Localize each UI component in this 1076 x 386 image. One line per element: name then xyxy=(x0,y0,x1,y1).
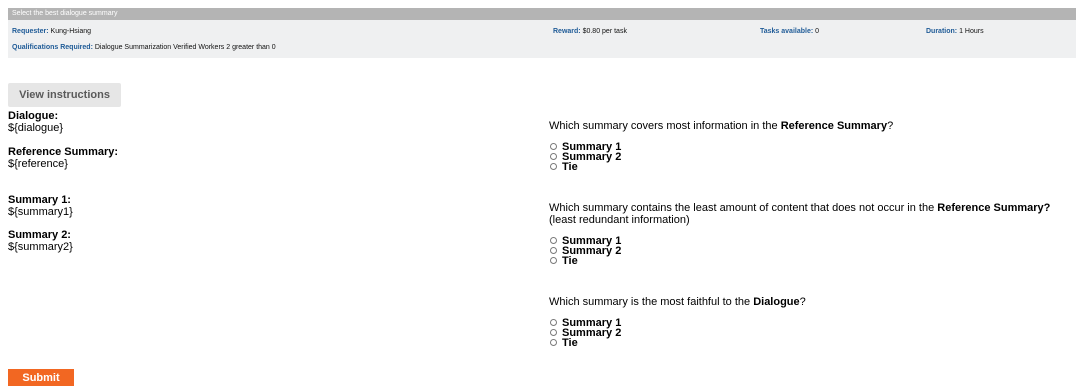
radio-icon[interactable] xyxy=(550,328,557,336)
question-text-emphasis: Reference Summary xyxy=(780,120,888,132)
question-redundancy: Which summary contains the least amount … xyxy=(549,202,1069,226)
reward-value: $0.80 per task xyxy=(582,28,627,35)
tasks-available-value: 0 xyxy=(815,28,820,35)
question-coverage: Which summary covers most information in… xyxy=(549,120,1069,132)
reward-label: Reward: xyxy=(553,28,581,35)
radio-icon[interactable] xyxy=(550,236,557,244)
submit-button[interactable]: Submit xyxy=(8,369,74,386)
duration-value: 1 Hours xyxy=(959,28,984,35)
option-label: Tie xyxy=(562,161,578,174)
question-text: Which summary covers most information in… xyxy=(549,120,781,132)
q2-option-tie[interactable]: Tie xyxy=(549,255,621,268)
radio-icon[interactable] xyxy=(550,256,557,264)
hit-info-row: Qualifications Required: Dialogue Summar… xyxy=(8,42,1076,54)
question-text: Which summary contains the least amount … xyxy=(549,202,938,214)
hit-info-panel: Requester: Kung-Hsiang Reward: $0.80 per… xyxy=(8,20,1076,58)
radio-icon[interactable] xyxy=(550,338,557,346)
summary1-field: Summary 1: ${summary1} xyxy=(8,194,73,218)
summary1-label: Summary 1: xyxy=(8,194,71,206)
summary1-value: ${summary1} xyxy=(8,206,73,218)
hit-title: Select the best dialogue summary xyxy=(12,10,118,17)
question-coverage-options: Summary 1 Summary 2 Tie xyxy=(549,142,621,174)
question-text: ? xyxy=(799,296,806,308)
q1-option-summary2[interactable]: Summary 2 xyxy=(549,152,621,163)
hit-page: Select the best dialogue summary Request… xyxy=(0,0,1076,386)
requester-info: Requester: Kung-Hsiang xyxy=(12,26,91,38)
tasks-available-info: Tasks available: 0 xyxy=(760,26,819,38)
qualifications-info: Qualifications Required: Dialogue Summar… xyxy=(12,42,276,54)
qualifications-value: Dialogue Summarization Verified Workers … xyxy=(94,44,276,51)
requester-value: Kung-Hsiang xyxy=(50,28,91,35)
question-redundancy-options: Summary 1 Summary 2 Tie xyxy=(549,236,621,268)
dialogue-field: Dialogue: ${dialogue} xyxy=(8,110,63,134)
qualifications-label: Qualifications Required: xyxy=(12,44,93,51)
q3-option-summary2[interactable]: Summary 2 xyxy=(549,328,621,339)
q1-option-tie[interactable]: Tie xyxy=(549,161,621,174)
summary2-label: Summary 2: xyxy=(8,229,71,241)
reference-summary-value: ${reference} xyxy=(8,158,68,170)
summary2-value: ${summary2} xyxy=(8,241,73,253)
summary2-field: Summary 2: ${summary2} xyxy=(8,229,73,253)
radio-icon[interactable] xyxy=(550,142,557,150)
question-text: (least redundant information) xyxy=(549,214,690,226)
hit-info-row: Requester: Kung-Hsiang Reward: $0.80 per… xyxy=(8,26,1076,38)
question-faithfulness: Which summary is the most faithful to th… xyxy=(549,296,1069,308)
q2-option-summary2[interactable]: Summary 2 xyxy=(549,246,621,257)
radio-icon[interactable] xyxy=(550,152,557,160)
question-text: ? xyxy=(887,120,894,132)
requester-label: Requester: xyxy=(12,28,49,35)
dialogue-value: ${dialogue} xyxy=(8,122,64,134)
duration-label: Duration: xyxy=(926,28,958,35)
q3-option-tie[interactable]: Tie xyxy=(549,337,621,350)
question-text-emphasis: Dialogue xyxy=(753,296,800,308)
dialogue-label: Dialogue: xyxy=(8,110,59,122)
reward-info: Reward: $0.80 per task xyxy=(553,26,627,38)
option-label: Tie xyxy=(562,337,578,350)
tasks-available-label: Tasks available: xyxy=(760,28,814,35)
radio-icon[interactable] xyxy=(550,246,557,254)
duration-info: Duration: 1 Hours xyxy=(926,26,984,38)
reference-summary-label: Reference Summary: xyxy=(8,146,119,158)
option-label: Tie xyxy=(562,255,578,268)
radio-icon[interactable] xyxy=(550,318,557,326)
reference-summary-field: Reference Summary: ${reference} xyxy=(8,146,118,170)
question-faithfulness-options: Summary 1 Summary 2 Tie xyxy=(549,318,621,350)
question-text-emphasis: Reference Summary? xyxy=(937,202,1051,214)
hit-title-bar: Select the best dialogue summary xyxy=(8,8,1076,20)
radio-icon[interactable] xyxy=(550,162,557,170)
question-text: Which summary is the most faithful to th… xyxy=(549,296,754,308)
view-instructions-button[interactable]: View instructions xyxy=(8,83,121,107)
